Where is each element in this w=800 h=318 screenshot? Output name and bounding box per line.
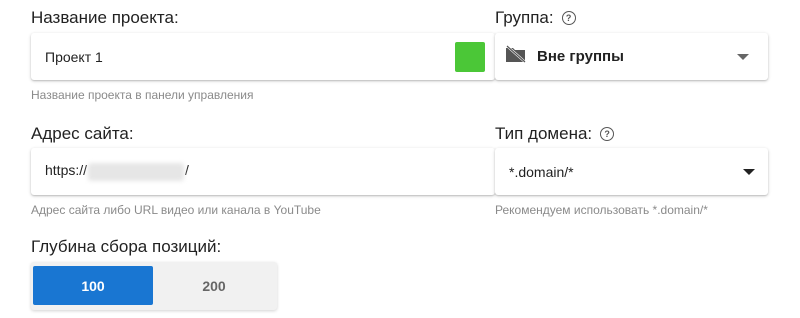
folder-off-icon — [505, 45, 527, 68]
depth-option-200[interactable]: 200 — [155, 266, 273, 305]
depth-label-text: Глубина сбора позиций: — [31, 237, 222, 256]
project-name-value: Проект 1 — [45, 48, 103, 65]
project-settings-form: Название проекта: Проект 1 Название прое… — [0, 0, 800, 318]
domain-type-select[interactable]: *.domain/* — [495, 148, 768, 195]
group-label: Группа: ? — [495, 8, 576, 28]
site-address-field[interactable]: https:// / — [31, 148, 495, 195]
project-name-label: Название проекта: — [31, 8, 179, 28]
group-select[interactable]: Вне группы — [495, 33, 768, 80]
depth-option-100[interactable]: 100 — [33, 266, 153, 305]
site-address-label: Адрес сайта: — [31, 124, 134, 144]
redacted-domain — [88, 162, 185, 181]
project-name-field[interactable]: Проект 1 — [31, 33, 495, 80]
group-selected-value: Вне группы — [537, 48, 624, 65]
depth-label: Глубина сбора позиций: — [31, 237, 221, 257]
project-color-picker[interactable] — [455, 42, 485, 72]
domain-type-hint: Рекомендуем использовать *.domain/* — [495, 203, 708, 217]
site-address-suffix: / — [185, 162, 189, 179]
project-name-label-text: Название проекта: — [31, 8, 179, 27]
site-address-value: https:// / — [45, 162, 189, 181]
domain-type-label: Тип домена: ? — [495, 124, 615, 144]
depth-toggle-group: 100 200 — [31, 262, 277, 310]
site-address-prefix: https:// — [45, 162, 88, 179]
site-address-label-text: Адрес сайта: — [31, 124, 134, 143]
domain-type-selected-value: *.domain/* — [509, 163, 574, 180]
site-address-hint: Адрес сайта либо URL видео или канала в … — [31, 203, 321, 217]
help-circle-icon[interactable]: ? — [561, 11, 576, 25]
help-circle-icon[interactable]: ? — [600, 127, 615, 141]
domain-type-label-text: Тип домена: — [495, 124, 593, 143]
group-label-text: Группа: — [495, 8, 554, 27]
project-name-hint: Название проекта в панели управления — [31, 88, 254, 102]
chevron-down-icon — [737, 54, 749, 60]
chevron-down-icon — [743, 169, 755, 175]
